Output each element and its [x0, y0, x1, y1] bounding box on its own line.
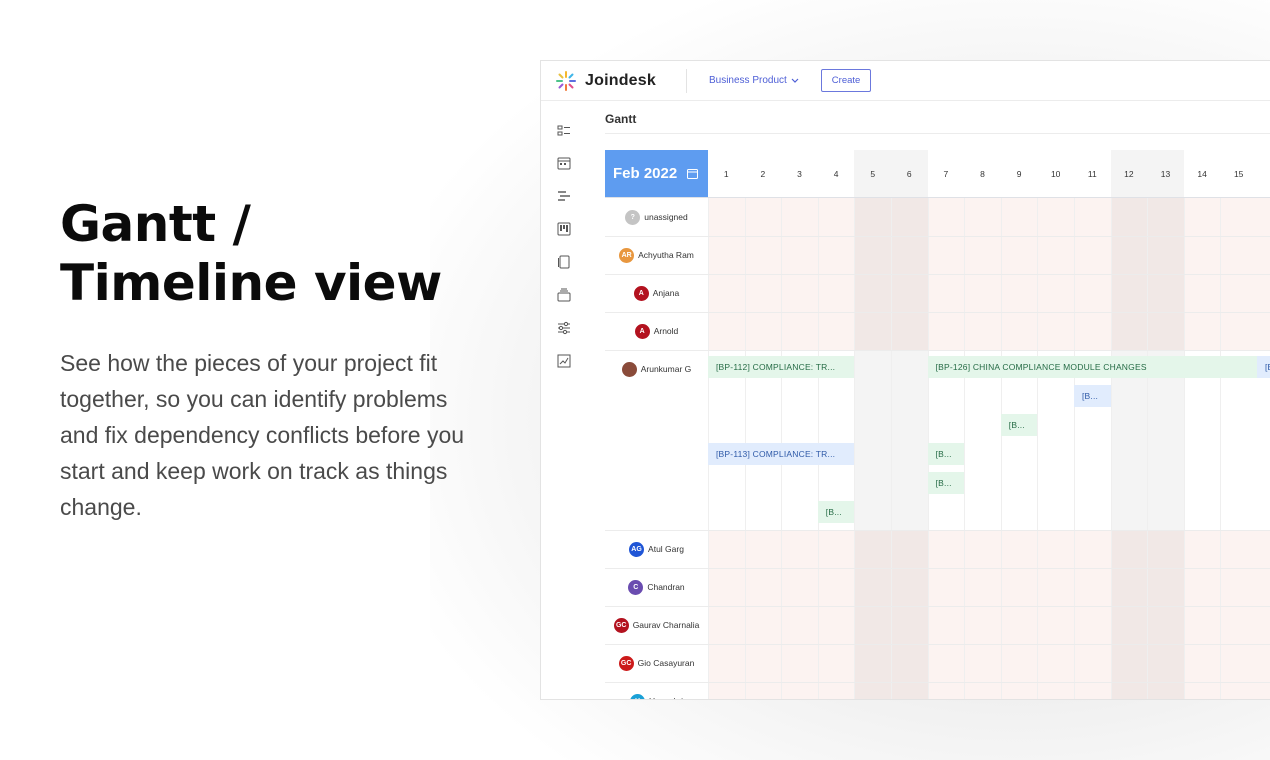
task-bar[interactable]: [B...: [927, 472, 965, 494]
gantt-chart: Feb 2022 1 2 3 4 5 6 7 8 9 10 11 12 13 14 15? unassigne…: [605, 150, 1270, 699]
weekend-column: [1147, 150, 1184, 699]
title-divider: [605, 133, 1270, 134]
day-header: 10: [1050, 168, 1061, 179]
joindesk-logo-icon: [556, 70, 576, 91]
assignee-name: Anjana: [652, 288, 680, 298]
avatar: ?: [625, 209, 641, 225]
day-header: 2: [760, 168, 766, 179]
weekend-column: [891, 150, 928, 699]
assignee-name: Arunkumar G: [640, 364, 692, 374]
task-bar[interactable]: [B...: [927, 443, 965, 465]
pages-icon[interactable]: [557, 255, 571, 269]
day-header: 12: [1124, 168, 1134, 179]
avatar: [621, 361, 637, 377]
day-header: 6: [906, 168, 912, 179]
assignee-name: Achyutha Ram: [638, 250, 694, 260]
row-background: [708, 312, 1270, 350]
month-label: Feb 2022: [613, 165, 678, 182]
top-bar: Joindesk Business Product Create: [541, 61, 1270, 101]
calendar-icon: [687, 169, 699, 179]
avatar: A: [634, 323, 650, 339]
assignee-name: Gio Casayuran: [637, 658, 695, 668]
hero-section: Gantt / Timeline view See how the pieces…: [60, 195, 490, 525]
avatar: A: [633, 285, 649, 301]
app-window: Joindesk Business Product Create Gantt F…: [540, 60, 1270, 700]
avatar: GC: [613, 617, 629, 633]
row-background: [708, 644, 1270, 682]
assignee-row-label[interactable]: AR Achyutha Ram: [605, 236, 708, 274]
row-background: [708, 530, 1270, 568]
day-header: 4: [833, 168, 839, 179]
row-background: [708, 682, 1270, 699]
avatar: AG: [629, 541, 645, 557]
assignee-name: Henashri: [649, 696, 683, 699]
task-bar[interactable]: [B...: [1000, 414, 1038, 436]
day-header: 5: [870, 168, 876, 179]
assignee-name: Chandran: [647, 582, 685, 592]
task-bar[interactable]: [BP-113] COMPLIANCE: TR...: [708, 443, 855, 465]
day-header: 15: [1233, 168, 1244, 179]
assignee-row-label[interactable]: GC Gaurav Charnalia: [605, 606, 708, 644]
assignee-row-label[interactable]: Arunkumar G: [605, 350, 708, 388]
row-background: [708, 274, 1270, 312]
task-bar[interactable]: [BP-126] CHINA COMPLIANCE MODULE CHANGES: [927, 356, 1270, 378]
assignee-row-label[interactable]: A Arnold: [605, 312, 708, 350]
task-bar[interactable]: [B: [1257, 356, 1270, 378]
avatar: GC: [618, 655, 634, 671]
day-header: 7: [943, 168, 949, 179]
task-bar[interactable]: [B...: [1074, 385, 1111, 407]
row-background: [708, 568, 1270, 606]
backlog-icon[interactable]: [557, 124, 571, 138]
assignee-row-label[interactable]: AG Atul Garg: [605, 530, 708, 568]
avatar: C: [628, 579, 644, 595]
row-background: [708, 198, 1270, 236]
chevron-down-icon: [791, 78, 799, 83]
project-selector[interactable]: Business Product: [709, 75, 799, 86]
sidebar: [541, 101, 587, 699]
hero-title: Gantt / Timeline view: [60, 195, 442, 312]
topbar-divider: [685, 68, 687, 93]
day-header: 9: [1016, 168, 1022, 179]
task-bar[interactable]: [BP-112] COMPLIANCE: TR...: [708, 356, 855, 378]
board-icon[interactable]: [557, 222, 571, 236]
assignee-name: Gaurav Charnalia: [632, 620, 700, 630]
assignee-row-label[interactable]: C Chandran: [605, 568, 708, 606]
avatar: AR: [619, 247, 635, 263]
month-picker[interactable]: Feb 2022: [605, 150, 708, 197]
logo[interactable]: Joindesk: [555, 70, 656, 92]
assignee-name: unassigned: [644, 212, 688, 222]
avatar: H: [629, 693, 645, 699]
day-header: 13: [1160, 168, 1171, 179]
hero-description: See how the pieces of your project fit t…: [60, 350, 465, 520]
weekend-column: [854, 150, 891, 699]
project-name: Business Product: [708, 75, 787, 86]
filter-icon[interactable]: [557, 321, 571, 335]
day-header: 1: [723, 168, 729, 179]
timeline-icon[interactable]: [557, 189, 571, 203]
assignee-name: Atul Garg: [648, 544, 684, 554]
assignee-name: Arnold: [653, 326, 679, 336]
assignee-row-label[interactable]: GC Gio Casayuran: [605, 644, 708, 682]
brand-name: Joindesk: [585, 71, 656, 89]
row-background: [708, 236, 1270, 274]
task-bar[interactable]: [B...: [817, 501, 855, 523]
weekend-column: [1110, 150, 1148, 699]
row-background: [708, 606, 1270, 644]
assignee-row-label[interactable]: H Henashri: [605, 682, 708, 699]
reports-icon[interactable]: [557, 354, 571, 368]
day-header: 14: [1197, 168, 1207, 179]
create-button[interactable]: Create: [820, 69, 872, 92]
calendar-icon[interactable]: [557, 156, 571, 170]
page-title: Gantt: [605, 112, 637, 126]
day-header: 11: [1087, 168, 1097, 179]
assignee-row-label[interactable]: A Anjana: [605, 274, 708, 312]
day-header: 3: [797, 168, 802, 179]
day-header: 8: [980, 168, 985, 179]
assignee-row-label[interactable]: ? unassigned: [605, 198, 708, 236]
inbox-icon[interactable]: [557, 288, 571, 302]
